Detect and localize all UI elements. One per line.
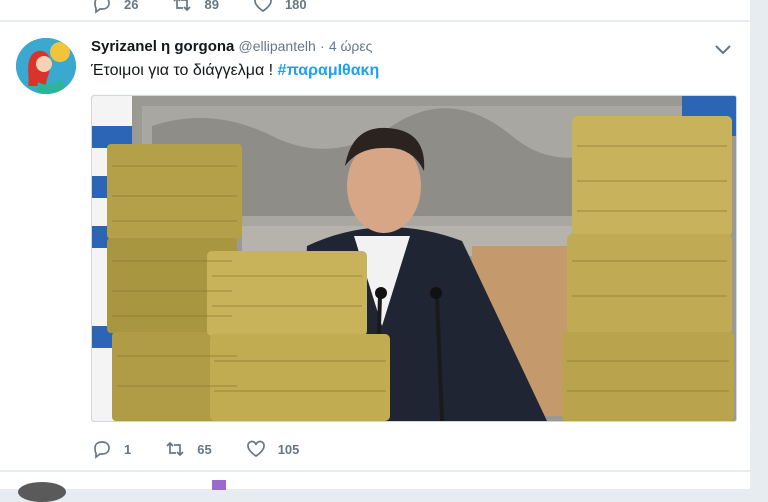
avatar[interactable] [16, 38, 76, 94]
heart-icon [254, 0, 272, 13]
user-handle[interactable]: @ellipantelh [239, 38, 316, 54]
next-tweet-card[interactable] [0, 472, 750, 502]
reply-count: 1 [124, 441, 132, 457]
tweet-header: Syrizanel η gorgona @ellipantelh · 4 ώρε… [91, 38, 372, 55]
tweet-text-body: Έτοιμοι για το διάγγελμα ! [91, 62, 278, 79]
previous-tweet-card: 26 89 180 [0, 0, 750, 20]
retweet-button[interactable]: 65 [165, 439, 212, 459]
reply-count: 26 [124, 0, 139, 12]
hashtag-link[interactable]: #παραμΙθακη [278, 62, 380, 79]
tweet-text: Έτοιμοι για το διάγγελμα ! #παραμΙθακη [91, 62, 379, 80]
avatar[interactable] [18, 482, 66, 502]
tweet-media-image[interactable] [91, 95, 737, 422]
photo-speech-with-hay-bales [92, 96, 736, 421]
previous-tweet-actions: 26 89 180 [92, 0, 341, 14]
retweet-count: 65 [197, 441, 212, 457]
retweet-count: 89 [204, 0, 219, 12]
tweet-actions: 1 65 105 [92, 439, 333, 459]
tweet-timestamp[interactable]: 4 ώρες [329, 38, 373, 54]
retweet-icon [173, 0, 192, 12]
like-button[interactable]: 180 [253, 0, 307, 14]
reply-button[interactable]: 1 [92, 439, 131, 459]
reply-icon [94, 441, 110, 459]
like-button[interactable]: 105 [246, 439, 300, 459]
like-count: 180 [284, 0, 307, 12]
separator-dot: · [319, 38, 325, 54]
page-gutter [750, 0, 768, 489]
reply-icon [94, 0, 110, 14]
retweet-button[interactable]: 89 [172, 0, 219, 14]
retweet-icon [166, 441, 184, 457]
like-count: 105 [277, 441, 300, 457]
tweet-card[interactable]: Syrizanel η gorgona @ellipantelh · 4 ώρε… [0, 22, 750, 470]
display-name[interactable]: Syrizanel η gorgona [91, 38, 234, 55]
heart-icon [246, 440, 265, 458]
chevron-down-icon[interactable] [714, 42, 732, 56]
avatar-image [16, 38, 76, 94]
reply-button[interactable]: 26 [92, 0, 138, 14]
